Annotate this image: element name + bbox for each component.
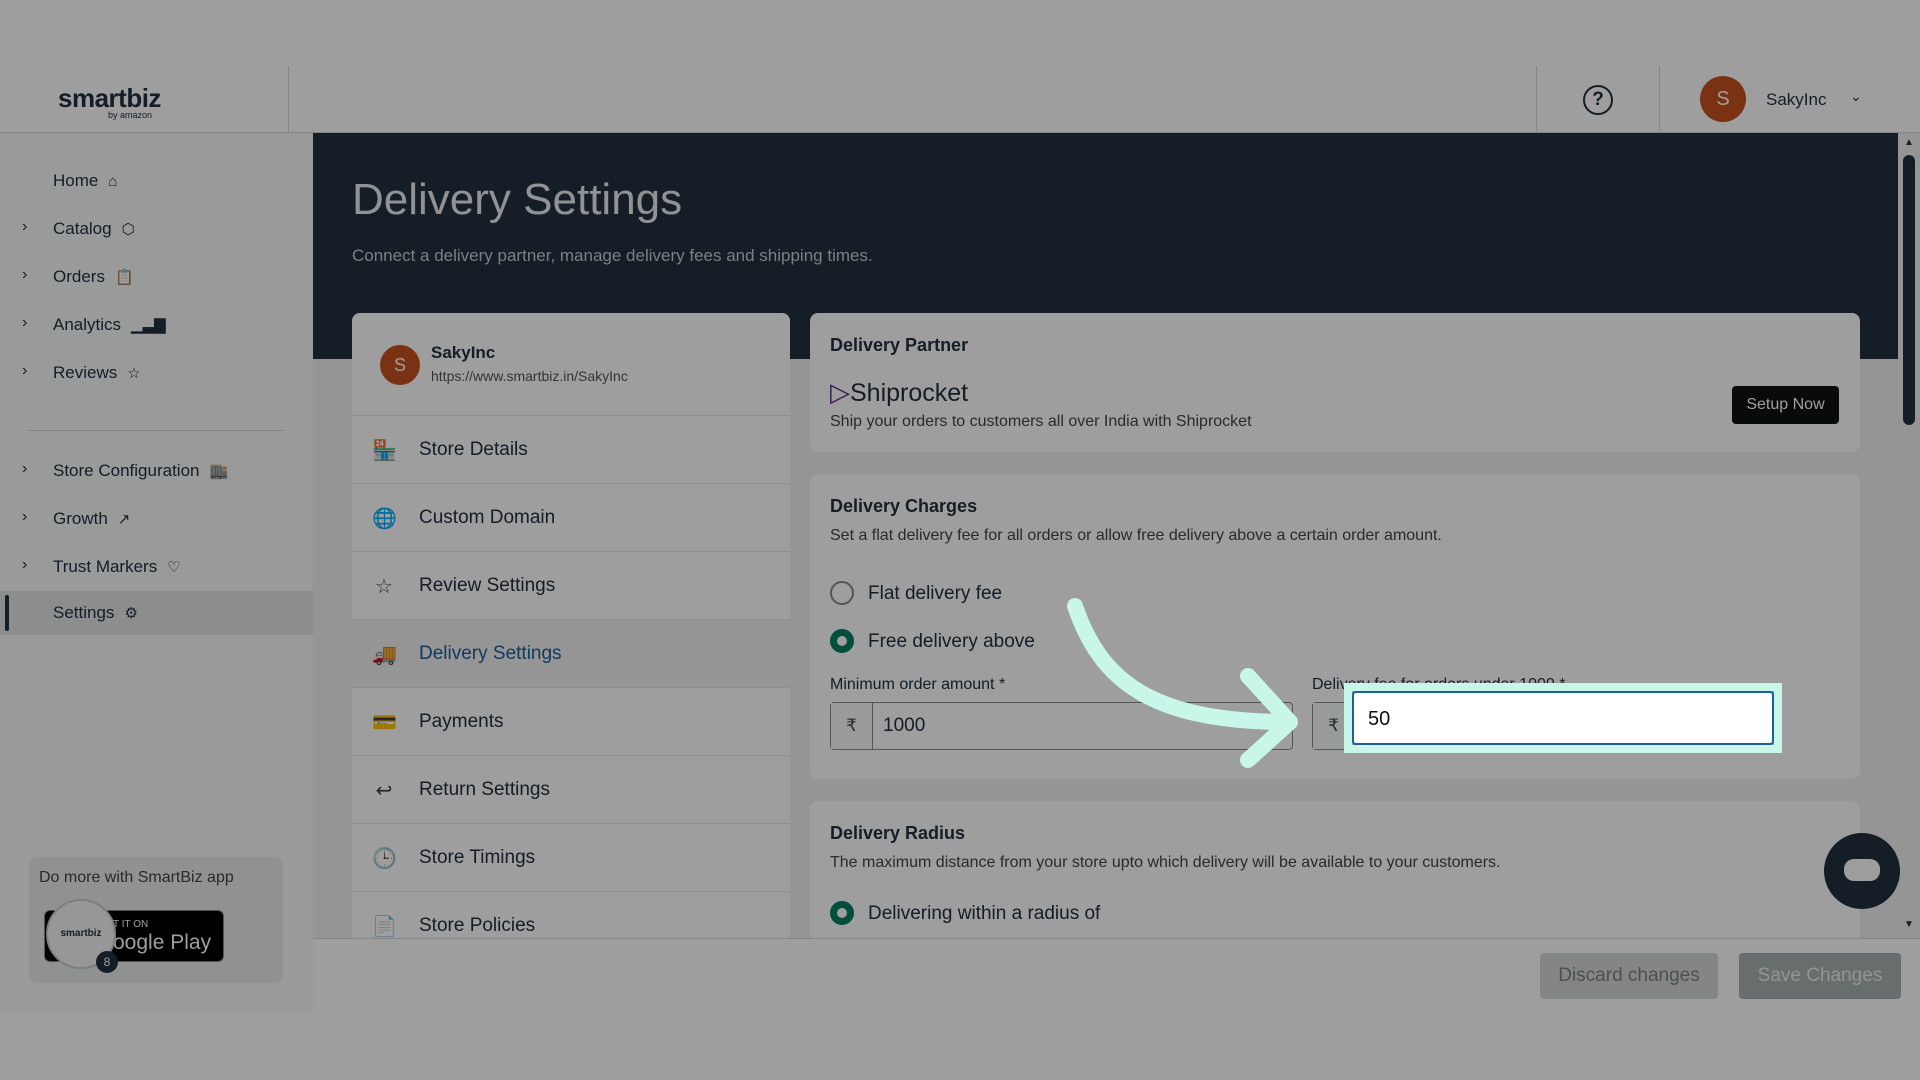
guide-arrow-icon — [1067, 598, 1298, 768]
